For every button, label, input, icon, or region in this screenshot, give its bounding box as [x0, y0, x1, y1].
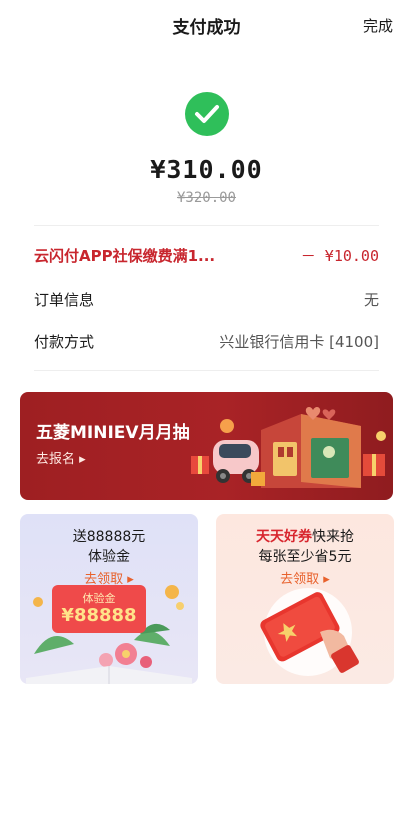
payment-method-row: 付款方式 兴业银行信用卡 [4100]: [34, 329, 379, 353]
daily-coupon-card[interactable]: 天天好券快来抢 每张至少省5元 去领取 ▸: [216, 514, 394, 684]
order-info-value: 无: [363, 291, 379, 309]
order-info-row: 订单信息 无: [34, 287, 379, 311]
promo-row: 云闪付APP社保缴费满1... － ¥10.00: [34, 243, 379, 267]
divider: [34, 225, 379, 226]
original-amount: ¥320.00: [176, 190, 236, 206]
payment-method-value: 兴业银行信用卡 [4100]: [219, 333, 379, 351]
paid-amount: ¥310.00: [150, 155, 263, 184]
top-bar: 支付成功 完成: [0, 0, 413, 48]
miniev-lottery-banner[interactable]: 五菱MINIEV月月抽 去报名 ▸: [20, 392, 393, 500]
banner-illustration: [191, 407, 386, 488]
promo-discount: － ¥10.00: [300, 247, 379, 265]
coupon-hand-illustration: [260, 588, 359, 676]
page-title: 支付成功: [172, 18, 241, 38]
banner-signup-link[interactable]: 去报名 ▸: [36, 448, 86, 467]
trial-fund-tag: 体验金 ¥88888: [52, 585, 146, 633]
trial-fund-tag-value: ¥88888: [61, 605, 137, 626]
done-button[interactable]: 完成: [363, 15, 393, 36]
order-info-label: 订单信息: [34, 291, 95, 309]
banner-title: 五菱MINIEV月月抽: [36, 423, 190, 443]
success-check-icon: [185, 92, 229, 136]
promo-label: 云闪付APP社保缴费满1...: [34, 247, 216, 265]
divider: [34, 370, 379, 371]
payment-method-label: 付款方式: [34, 333, 95, 351]
trial-fund-tag-label: 体验金: [82, 592, 116, 605]
